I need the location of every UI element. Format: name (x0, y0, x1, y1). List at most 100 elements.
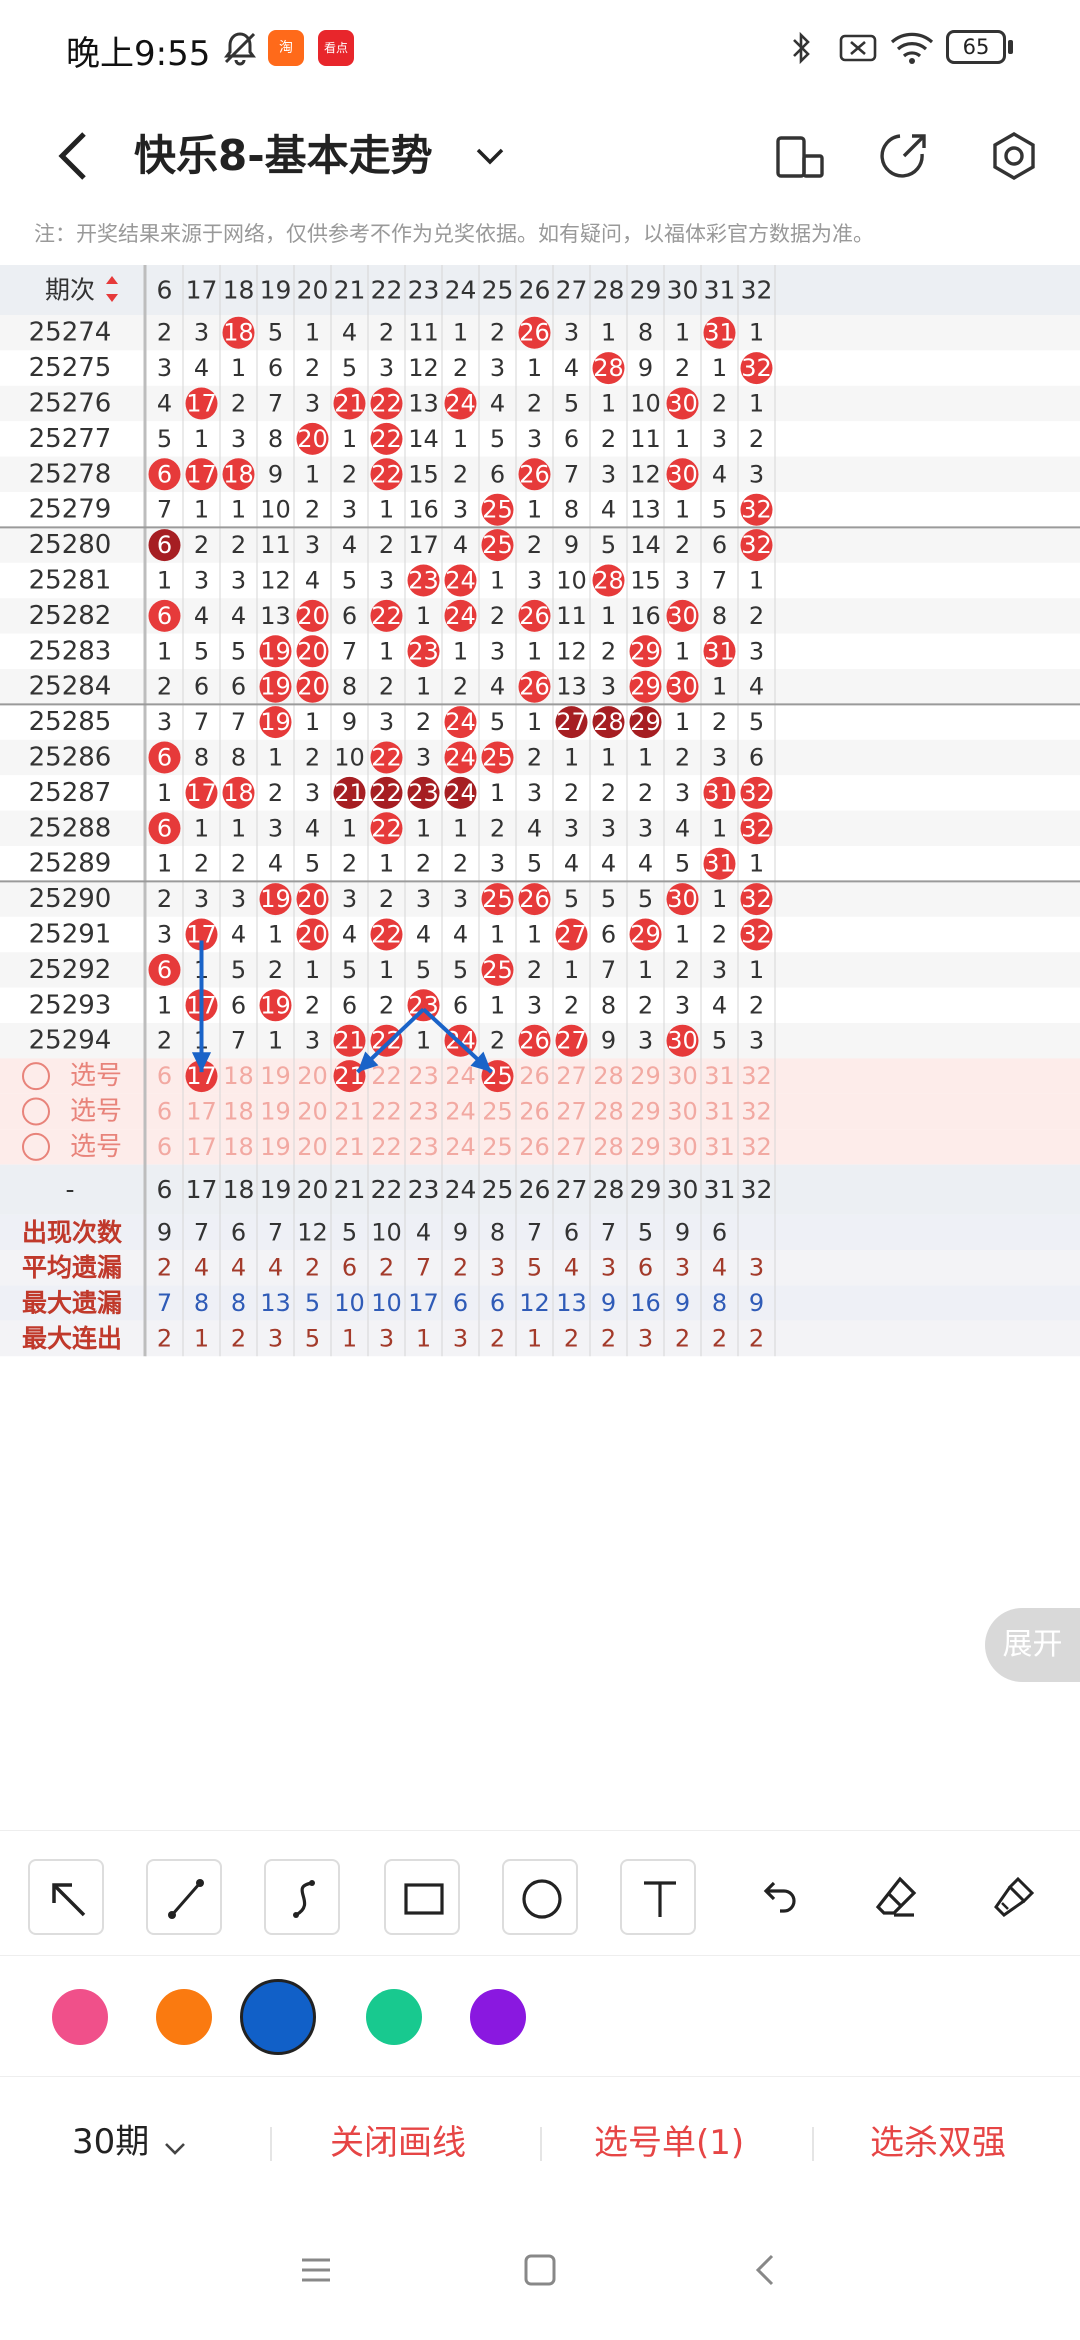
winning-number: 24 (445, 708, 476, 736)
page-title[interactable]: 快乐8-基本走势 (134, 114, 433, 198)
select-row-label[interactable]: 选号 (70, 1061, 122, 1091)
select-number-cell[interactable]: 28 (593, 1098, 624, 1126)
expand-button[interactable]: 展开 (985, 1608, 1080, 1682)
rectangle-tool-button[interactable] (384, 1859, 460, 1935)
select-number-cell[interactable]: 27 (556, 1133, 587, 1161)
select-number-cell[interactable]: 23 (408, 1098, 439, 1126)
select-number-cell[interactable]: 25 (482, 1098, 513, 1126)
kill-pick-button[interactable]: 选杀双强 (870, 2115, 1006, 2164)
circle-tool-button[interactable] (502, 1859, 578, 1935)
miss-count-cell: 5 (564, 390, 579, 418)
select-number-cell[interactable]: 29 (630, 1133, 661, 1161)
select-number-cell[interactable]: 32 (741, 1098, 772, 1126)
select-number-cell[interactable]: 18 (223, 1062, 254, 1090)
period-cell: 25293 (29, 990, 112, 1020)
select-number-cell[interactable]: 21 (334, 1098, 365, 1126)
miss-count-cell: 5 (638, 885, 653, 913)
miss-count-cell: 2 (379, 673, 394, 701)
select-number-cell[interactable]: 30 (667, 1133, 698, 1161)
back-arrow-icon[interactable] (44, 116, 104, 196)
curve-tool-button[interactable] (264, 1859, 340, 1935)
select-number-cell[interactable]: 21 (334, 1133, 365, 1161)
select-number-cell[interactable]: 28 (593, 1133, 624, 1161)
select-number-cell[interactable]: 31 (704, 1062, 735, 1090)
winning-number: 30 (667, 885, 698, 913)
color-swatch[interactable] (156, 1989, 212, 2045)
select-number-cell[interactable]: 23 (408, 1133, 439, 1161)
select-number-cell[interactable]: 28 (593, 1062, 624, 1090)
stats-value: 2 (453, 1254, 468, 1282)
select-number-cell[interactable]: 20 (297, 1133, 328, 1161)
undo-button[interactable] (740, 1859, 816, 1935)
select-number-cell[interactable]: 17 (186, 1133, 217, 1161)
miss-count-cell: 7 (564, 460, 579, 488)
select-number-cell[interactable]: 19 (260, 1098, 291, 1126)
select-number-cell[interactable]: 6 (157, 1098, 172, 1126)
selection-list-button[interactable]: 选号单(1) (594, 2115, 744, 2164)
eraser-button[interactable] (858, 1859, 934, 1935)
select-number-cell[interactable]: 17 (186, 1098, 217, 1126)
menu-icon[interactable] (296, 2250, 336, 2290)
color-swatch-selected[interactable] (240, 1979, 316, 2055)
select-number-cell[interactable]: 20 (297, 1098, 328, 1126)
trend-grid-canvas: 期次 6 17 18 19 20 21 22 23 24 25 26 27 28 29 30 31 3225274… (0, 265, 1080, 1357)
select-row-label[interactable]: 选号 (70, 1132, 122, 1162)
select-number-cell[interactable]: 6 (157, 1062, 172, 1090)
color-swatch[interactable] (470, 1989, 526, 2045)
select-number-cell[interactable]: 18 (223, 1098, 254, 1126)
select-number-cell[interactable]: 29 (630, 1062, 661, 1090)
miss-count-cell: 3 (490, 637, 505, 665)
select-number-cell[interactable]: 18 (223, 1133, 254, 1161)
sim-off-icon (839, 34, 877, 62)
line-tool-button[interactable] (146, 1859, 222, 1935)
select-number-cell[interactable]: 32 (741, 1133, 772, 1161)
select-number-cell[interactable]: 22 (371, 1098, 402, 1126)
miss-count-cell: 8 (268, 425, 283, 453)
select-number-cell[interactable]: 20 (297, 1062, 328, 1090)
select-number-cell[interactable]: 24 (445, 1098, 476, 1126)
miss-count-cell: 1 (675, 708, 690, 736)
stats-value: 3 (675, 1254, 690, 1282)
text-tool-button[interactable] (620, 1859, 696, 1935)
share-button[interactable] (864, 116, 944, 196)
settings-button[interactable] (974, 116, 1054, 196)
select-number-cell[interactable]: 24 (445, 1133, 476, 1161)
select-number-cell[interactable]: 29 (630, 1098, 661, 1126)
color-swatch[interactable] (52, 1989, 108, 2045)
winning-number: 20 (297, 673, 328, 701)
miss-count-cell: 3 (342, 496, 357, 524)
miss-count-cell: 4 (638, 850, 653, 878)
select-number-cell[interactable]: 23 (408, 1062, 439, 1090)
select-number-cell[interactable]: 30 (667, 1062, 698, 1090)
select-number-cell[interactable]: 19 (260, 1062, 291, 1090)
layout-toggle-button[interactable] (760, 116, 840, 196)
miss-count-cell: 7 (268, 390, 283, 418)
select-number-cell[interactable]: 31 (704, 1098, 735, 1126)
home-icon[interactable] (520, 2250, 560, 2290)
select-number-cell[interactable]: 26 (519, 1098, 550, 1126)
clear-all-button[interactable] (976, 1859, 1052, 1935)
select-number-cell[interactable]: 25 (482, 1133, 513, 1161)
select-row-label[interactable]: 选号 (70, 1097, 122, 1127)
select-number-cell[interactable]: 26 (519, 1062, 550, 1090)
period-selector[interactable]: 30期 (72, 2107, 190, 2177)
arrow-tool-button[interactable] (28, 1859, 104, 1935)
color-swatch[interactable] (366, 1989, 422, 2045)
miss-count-cell: 1 (749, 956, 764, 984)
select-number-cell[interactable]: 30 (667, 1098, 698, 1126)
select-number-cell[interactable]: 6 (157, 1133, 172, 1161)
winning-number: 22 (371, 744, 402, 772)
select-number-cell[interactable]: 19 (260, 1133, 291, 1161)
select-number-cell[interactable]: 22 (371, 1062, 402, 1090)
select-number-cell[interactable]: 26 (519, 1133, 550, 1161)
close-drawing-button[interactable]: 关闭画线 (330, 2115, 466, 2164)
select-number-cell[interactable]: 22 (371, 1133, 402, 1161)
select-number-cell[interactable]: 32 (741, 1062, 772, 1090)
select-number-cell[interactable]: 27 (556, 1062, 587, 1090)
select-number-cell[interactable]: 27 (556, 1098, 587, 1126)
back-icon[interactable] (746, 2250, 786, 2290)
select-number-cell[interactable]: 24 (445, 1062, 476, 1090)
column-header: 17 (186, 276, 218, 305)
select-number-cell[interactable]: 31 (704, 1133, 735, 1161)
chevron-down-icon[interactable] (470, 136, 510, 176)
